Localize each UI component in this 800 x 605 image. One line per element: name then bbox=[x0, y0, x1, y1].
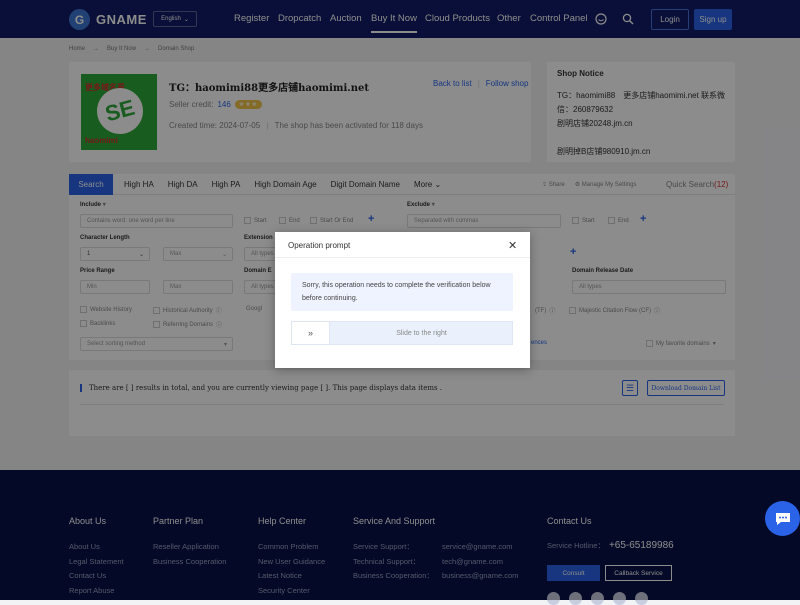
slider-handle[interactable]: » bbox=[292, 322, 330, 344]
chat-button[interactable] bbox=[765, 501, 800, 536]
close-icon[interactable]: ✕ bbox=[508, 239, 517, 252]
dialog-title: Operation prompt bbox=[288, 241, 351, 250]
slide-verification: » Slide to the right bbox=[291, 321, 513, 345]
chat-icon bbox=[775, 512, 790, 525]
slider-label: Slide to the right bbox=[396, 329, 447, 337]
operation-prompt-dialog: Operation prompt ✕ Sorry, this operation… bbox=[275, 232, 530, 368]
verification-message: Sorry, this operation needs to complete … bbox=[291, 273, 513, 311]
dialog-header: Operation prompt ✕ bbox=[275, 232, 530, 258]
